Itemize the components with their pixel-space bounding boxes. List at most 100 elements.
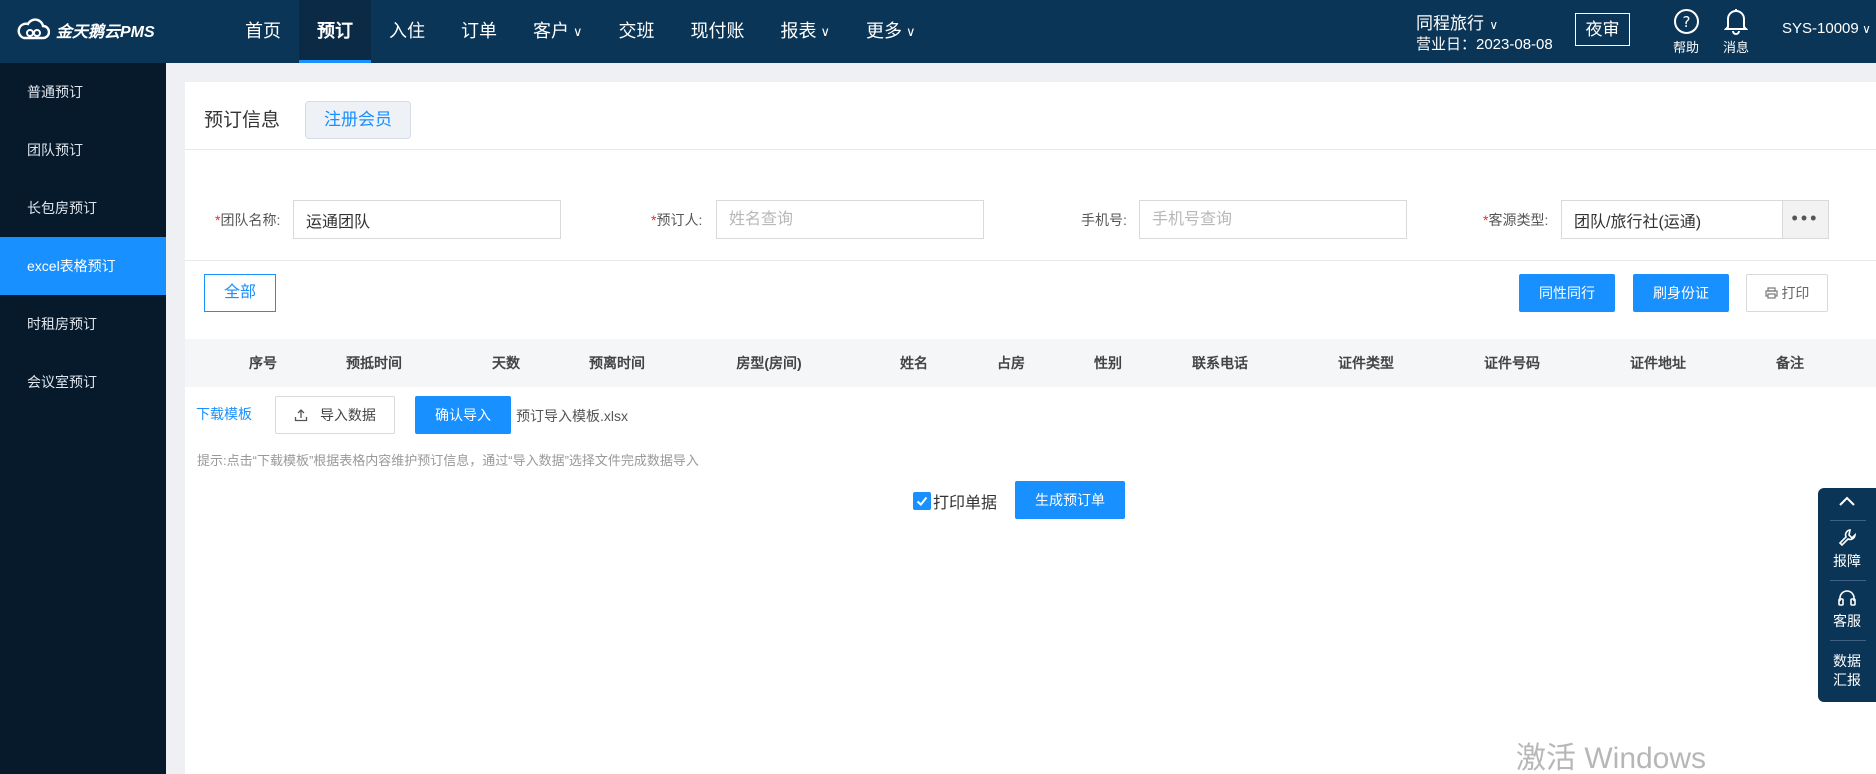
chevron-down-icon: ∨: [820, 24, 831, 39]
booker-label-text: 预订人:: [656, 212, 703, 228]
nav-shift-label: 交班: [618, 21, 655, 41]
confirm-import-button[interactable]: 确认导入: [415, 396, 511, 434]
source-type-label: *客源类型:: [1483, 210, 1548, 230]
messages-label: 消息: [1722, 40, 1749, 55]
source-type-more-button[interactable]: •••: [1783, 200, 1829, 239]
import-hint: 提示:点击“下载模板”根据表格内容维护预订信息，通过“导入数据”选择文件完成数据…: [197, 453, 699, 468]
hotel-name: 同程旅行: [1416, 14, 1484, 33]
sidebar-item-hourly-booking[interactable]: 时租房预订: [0, 295, 166, 353]
source-type-label-text: 客源类型:: [1488, 212, 1549, 228]
phone-input[interactable]: [1139, 200, 1407, 239]
column-header: 序号: [249, 355, 277, 371]
table-header: 序号 预抵时间 天数 预离时间 房型(房间) 姓名 占房 性别 联系电话 证件类…: [185, 339, 1876, 387]
column-header: 备注: [1776, 355, 1804, 371]
nav-home-label: 首页: [245, 21, 281, 41]
main-nav: 首页 预订 入住 订单 客户 ∨ 交班 现付账 报表 ∨ 更多 ∨: [227, 0, 934, 63]
print-receipt-option: 打印单据: [913, 489, 997, 513]
floating-toolbar: 报障 客服 数据 汇报: [1818, 488, 1876, 702]
nav-reports-label: 报表: [780, 21, 817, 41]
sidebar-item-normal-booking[interactable]: 普通预订: [0, 63, 166, 121]
report-issue-label: 报障: [1833, 553, 1861, 569]
selected-file-name: 预订导入模板.xlsx: [516, 408, 628, 424]
import-data-button[interactable]: 导入数据: [275, 396, 395, 434]
chevron-down-icon: ∨: [1858, 22, 1871, 36]
booker-name-input[interactable]: [716, 200, 984, 239]
print-label: 打印: [1781, 285, 1810, 301]
svg-text:?: ?: [1682, 13, 1690, 31]
data-report-button[interactable]: 数据 汇报: [1818, 652, 1876, 690]
team-name-label: *团队名称:: [215, 210, 280, 230]
nav-booking[interactable]: 预订: [299, 0, 371, 63]
nav-reports[interactable]: 报表 ∨: [763, 0, 849, 63]
sidebar-item-excel-booking[interactable]: excel表格预订: [0, 237, 166, 295]
customer-service-label: 客服: [1833, 613, 1861, 629]
customer-service-button[interactable]: 客服: [1818, 588, 1876, 631]
top-bar: 金天鹅云PMS 首页 预订 入住 订单 客户 ∨ 交班 现付账 报表 ∨ 更多 ∨ 同…: [0, 0, 1876, 63]
column-header: 证件号码: [1484, 355, 1540, 371]
user-menu[interactable]: SYS-10009 ∨: [1782, 20, 1871, 37]
sidebar: 普通预订 团队预订 长包房预订 excel表格预订 时租房预订 会议室预订: [0, 63, 166, 774]
swipe-id-card-button[interactable]: 刷身份证: [1633, 274, 1729, 312]
import-data-label: 导入数据: [319, 407, 376, 423]
column-header: 联系电话: [1192, 355, 1248, 371]
printer-icon: [1764, 285, 1782, 301]
nav-shift[interactable]: 交班: [601, 0, 673, 63]
nav-home[interactable]: 首页: [227, 0, 299, 63]
column-header: 房型(房间): [736, 355, 802, 371]
windows-activation-watermark: 激活 Windows: [1516, 742, 1707, 774]
headset-icon: [1818, 588, 1876, 611]
column-header: 预抵时间: [346, 355, 402, 371]
night-audit-button[interactable]: 夜审: [1575, 13, 1630, 46]
nav-checkin-label: 入住: [389, 21, 425, 41]
generate-booking-button[interactable]: 生成预订单: [1015, 481, 1125, 519]
data-report-label-line2: 汇报: [1833, 672, 1861, 688]
sidebar-item-long-stay-booking[interactable]: 长包房预订: [0, 179, 166, 237]
column-header: 占房: [997, 355, 1025, 371]
nav-booking-label: 预订: [317, 21, 353, 41]
print-receipt-checkbox[interactable]: [913, 492, 931, 510]
report-issue-button[interactable]: 报障: [1818, 528, 1876, 571]
chevron-up-icon: [1838, 494, 1856, 510]
help-button[interactable]: ? 帮助: [1666, 5, 1706, 56]
sidebar-item-group-booking[interactable]: 团队预订: [0, 121, 166, 179]
app-logo[interactable]: 金天鹅云PMS: [16, 18, 155, 42]
print-button[interactable]: 打印: [1746, 274, 1828, 312]
user-name: SYS-10009: [1782, 20, 1859, 37]
separator: [1830, 580, 1866, 581]
same-sex-companion-button[interactable]: 同性同行: [1519, 274, 1615, 312]
chevron-down-icon: ∨: [1486, 18, 1499, 32]
column-header: 预离时间: [589, 355, 645, 371]
nav-customers-label: 客户: [533, 21, 569, 41]
nav-orders[interactable]: 订单: [443, 0, 515, 63]
nav-more[interactable]: 更多 ∨: [848, 0, 934, 63]
source-type-input[interactable]: [1561, 200, 1783, 239]
chevron-down-icon: ∨: [906, 24, 916, 39]
column-header: 天数: [492, 355, 520, 371]
column-header: 性别: [1094, 355, 1122, 371]
nav-more-label: 更多: [866, 21, 903, 41]
team-name-input[interactable]: [293, 200, 561, 239]
bell-icon: [1716, 5, 1756, 37]
sidebar-item-meeting-room-booking[interactable]: 会议室预订: [0, 353, 166, 411]
nav-customers[interactable]: 客户 ∨: [515, 0, 601, 63]
download-template-link[interactable]: 下载模板: [196, 404, 252, 424]
column-header: 姓名: [900, 355, 928, 371]
filter-all-button[interactable]: 全部: [204, 274, 276, 312]
messages-button[interactable]: 消息: [1716, 5, 1756, 56]
nav-checkin[interactable]: 入住: [371, 0, 443, 63]
divider: [185, 260, 1876, 261]
checkmark-icon: [916, 496, 928, 506]
register-member-button[interactable]: 注册会员: [305, 101, 411, 139]
help-label: 帮助: [1672, 40, 1699, 55]
upload-icon: [294, 407, 320, 423]
column-header: 证件类型: [1338, 355, 1394, 371]
nav-cash-account[interactable]: 现付账: [673, 0, 763, 63]
phone-label: 手机号:: [1081, 212, 1127, 228]
nav-orders-label: 订单: [461, 21, 497, 41]
hotel-selector[interactable]: 同程旅行 ∨: [1416, 9, 1498, 34]
booking-panel: 预订信息 注册会员 *团队名称: *预订人: 手机号: *客源类型: ••• 全…: [185, 82, 1876, 774]
booker-label: *预订人:: [651, 210, 702, 230]
separator: [1830, 520, 1866, 521]
scroll-top-button[interactable]: [1818, 494, 1876, 510]
nav-cash-account-label: 现付账: [690, 21, 745, 41]
